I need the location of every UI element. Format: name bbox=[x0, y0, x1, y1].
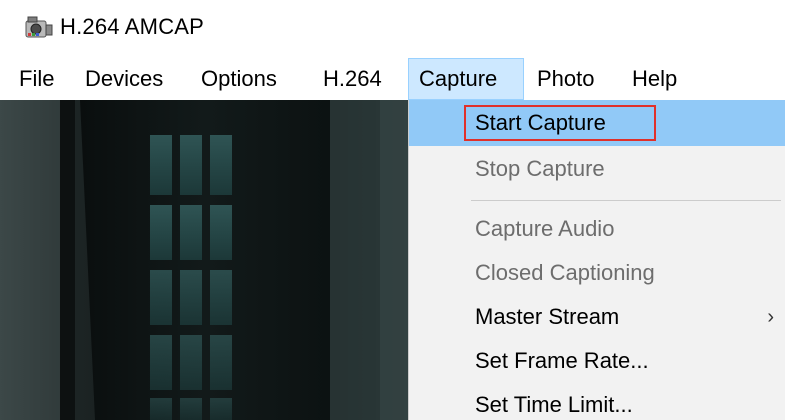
menu-item-set-frame-rate[interactable]: Set Frame Rate... bbox=[409, 338, 785, 384]
menu-h264[interactable]: H.264 bbox=[323, 58, 382, 100]
menu-item-capture-audio: Capture Audio bbox=[409, 206, 785, 252]
menu-capture[interactable]: Capture bbox=[408, 58, 524, 100]
video-frame-image bbox=[0, 100, 408, 420]
capture-menu-dropdown: Start Capture Stop Capture Capture Audio… bbox=[408, 100, 785, 420]
menu-item-label: Master Stream bbox=[475, 304, 620, 329]
menu-item-start-capture[interactable]: Start Capture bbox=[409, 100, 785, 146]
menu-item-stop-capture: Stop Capture bbox=[409, 146, 785, 192]
menu-separator bbox=[471, 200, 781, 201]
menu-item-label: Closed Captioning bbox=[475, 260, 655, 285]
video-preview bbox=[0, 100, 408, 420]
menu-file[interactable]: File bbox=[19, 58, 54, 100]
title-bar: H.264 AMCAP bbox=[0, 0, 785, 58]
menu-item-label: Set Time Limit... bbox=[475, 392, 633, 417]
menu-devices[interactable]: Devices bbox=[85, 58, 163, 100]
window-title: H.264 AMCAP bbox=[60, 14, 205, 39]
menu-bar: File Devices Options H.264 Capture Photo… bbox=[0, 58, 785, 100]
menu-item-master-stream[interactable]: Master Stream › bbox=[409, 294, 785, 340]
menu-item-set-time-limit[interactable]: Set Time Limit... bbox=[409, 382, 785, 420]
chevron-right-icon: › bbox=[767, 306, 774, 328]
menu-item-label: Start Capture bbox=[475, 110, 606, 135]
menu-item-label: Set Frame Rate... bbox=[475, 348, 649, 373]
menu-item-closed-captioning: Closed Captioning bbox=[409, 250, 785, 296]
menu-help[interactable]: Help bbox=[632, 58, 677, 100]
menu-photo[interactable]: Photo bbox=[537, 58, 595, 100]
app-window: H.264 AMCAP File Devices Options H.264 C… bbox=[0, 0, 785, 420]
menu-item-label: Stop Capture bbox=[475, 156, 605, 181]
menu-item-label: Capture Audio bbox=[475, 216, 615, 241]
menu-options[interactable]: Options bbox=[201, 58, 277, 100]
camera-app-icon bbox=[25, 16, 53, 38]
